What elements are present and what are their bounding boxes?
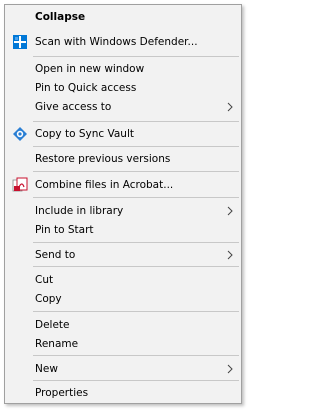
menu-item-pin-start[interactable]: Pin to Start [5,220,241,240]
menu-separator [33,171,239,172]
menu-item-label: Pin to Start [35,224,94,236]
menu-item-copy[interactable]: Copy [5,289,241,309]
sync-vault-icon [12,126,28,142]
menu-separator [33,266,239,267]
chevron-right-icon [226,206,234,216]
menu-separator [33,311,239,312]
menu-item-send-to[interactable]: Send to [5,245,241,265]
menu-item-label: Send to [35,249,76,261]
menu-item-label: Pin to Quick access [35,82,137,94]
chevron-right-icon [226,102,234,112]
menu-item-label: Give access to [35,101,112,113]
menu-separator [33,355,239,356]
menu-item-copy-sync-vault[interactable]: Copy to Sync Vault [5,124,241,144]
menu-item-label: Collapse [35,11,86,23]
windows-defender-icon [12,34,28,50]
menu-item-label: Copy to Sync Vault [35,128,134,140]
menu-item-include-library[interactable]: Include in library [5,201,241,221]
menu-item-cut[interactable]: Cut [5,270,241,290]
menu-separator [33,197,239,198]
menu-item-label: Open in new window [35,63,145,75]
menu-item-label: Copy [35,293,62,305]
context-menu: Collapse Scan with Windows Defender... O… [4,4,242,404]
acrobat-combine-icon [12,177,28,193]
menu-separator [33,242,239,243]
menu-item-delete[interactable]: Delete [5,315,241,335]
menu-item-new[interactable]: New [5,359,241,379]
menu-item-label: Properties [35,387,89,399]
menu-item-open-new-window[interactable]: Open in new window [5,59,241,79]
chevron-right-icon [226,364,234,374]
menu-item-pin-quick-access[interactable]: Pin to Quick access [5,78,241,98]
menu-separator [33,380,239,381]
menu-separator [33,56,239,57]
menu-item-label: Restore previous versions [35,153,171,165]
menu-item-label: New [35,363,58,375]
menu-separator [33,146,239,147]
chevron-right-icon [226,250,234,260]
menu-item-label: Rename [35,338,79,350]
menu-item-label: Delete [35,319,70,331]
menu-item-collapse[interactable]: Collapse [5,7,241,27]
menu-item-combine-acrobat[interactable]: Combine files in Acrobat... [5,175,241,195]
menu-item-label: Combine files in Acrobat... [35,179,174,191]
menu-item-give-access[interactable]: Give access to [5,97,241,117]
menu-item-label: Include in library [35,205,124,217]
menu-item-restore-previous[interactable]: Restore previous versions [5,149,241,169]
menu-separator [33,121,239,122]
menu-item-properties[interactable]: Properties [5,383,241,403]
menu-item-label: Scan with Windows Defender... [35,36,198,48]
menu-item-scan-defender[interactable]: Scan with Windows Defender... [5,32,241,52]
menu-item-rename[interactable]: Rename [5,334,241,354]
menu-item-label: Cut [35,274,54,286]
